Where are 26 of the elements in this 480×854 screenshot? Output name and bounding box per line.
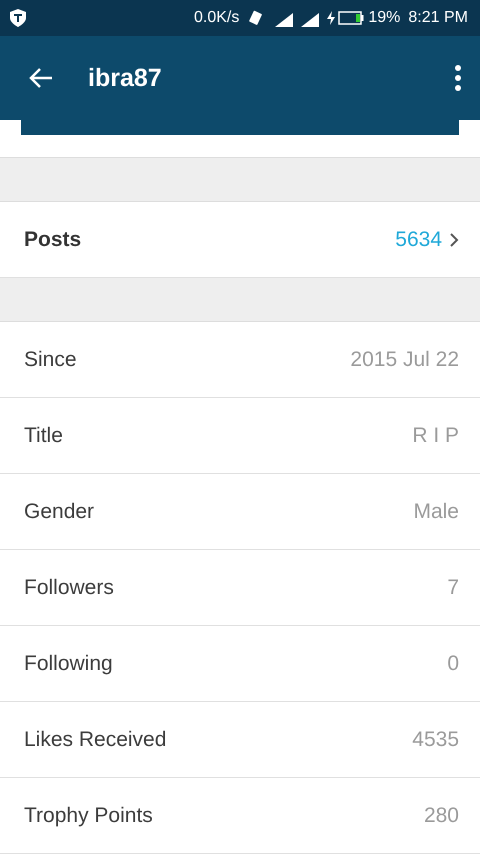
detail-value: 2015 Jul 22 <box>350 348 459 372</box>
back-button[interactable] <box>28 66 54 90</box>
detail-value: 0 <box>447 652 459 676</box>
clock: 8:21 PM <box>408 9 468 27</box>
posts-label: Posts <box>24 228 82 252</box>
more-menu-button[interactable] <box>454 65 462 91</box>
battery-icon <box>338 11 364 25</box>
detail-value: Male <box>413 500 459 524</box>
detail-label: Since <box>24 348 77 372</box>
posts-count: 5634 <box>395 228 442 252</box>
detail-value: 7 <box>447 576 459 600</box>
detail-value: 4535 <box>412 728 459 752</box>
detail-label: Followers <box>24 576 114 600</box>
detail-label: Title <box>24 424 63 448</box>
detail-label: Likes Received <box>24 728 166 752</box>
detail-label: Trophy Points <box>24 804 153 828</box>
detail-value: R I P <box>412 424 459 448</box>
shield-icon <box>10 9 26 27</box>
chevron-right-icon <box>450 232 459 246</box>
detail-value: 280 <box>424 804 459 828</box>
network-speed: 0.0K/s <box>194 9 240 27</box>
detail-label: Following <box>24 652 113 676</box>
app-bar-title: ibra87 <box>88 64 163 92</box>
battery-percent: 19% <box>368 9 400 27</box>
detail-label: Gender <box>24 500 94 524</box>
charging-icon <box>327 11 336 25</box>
